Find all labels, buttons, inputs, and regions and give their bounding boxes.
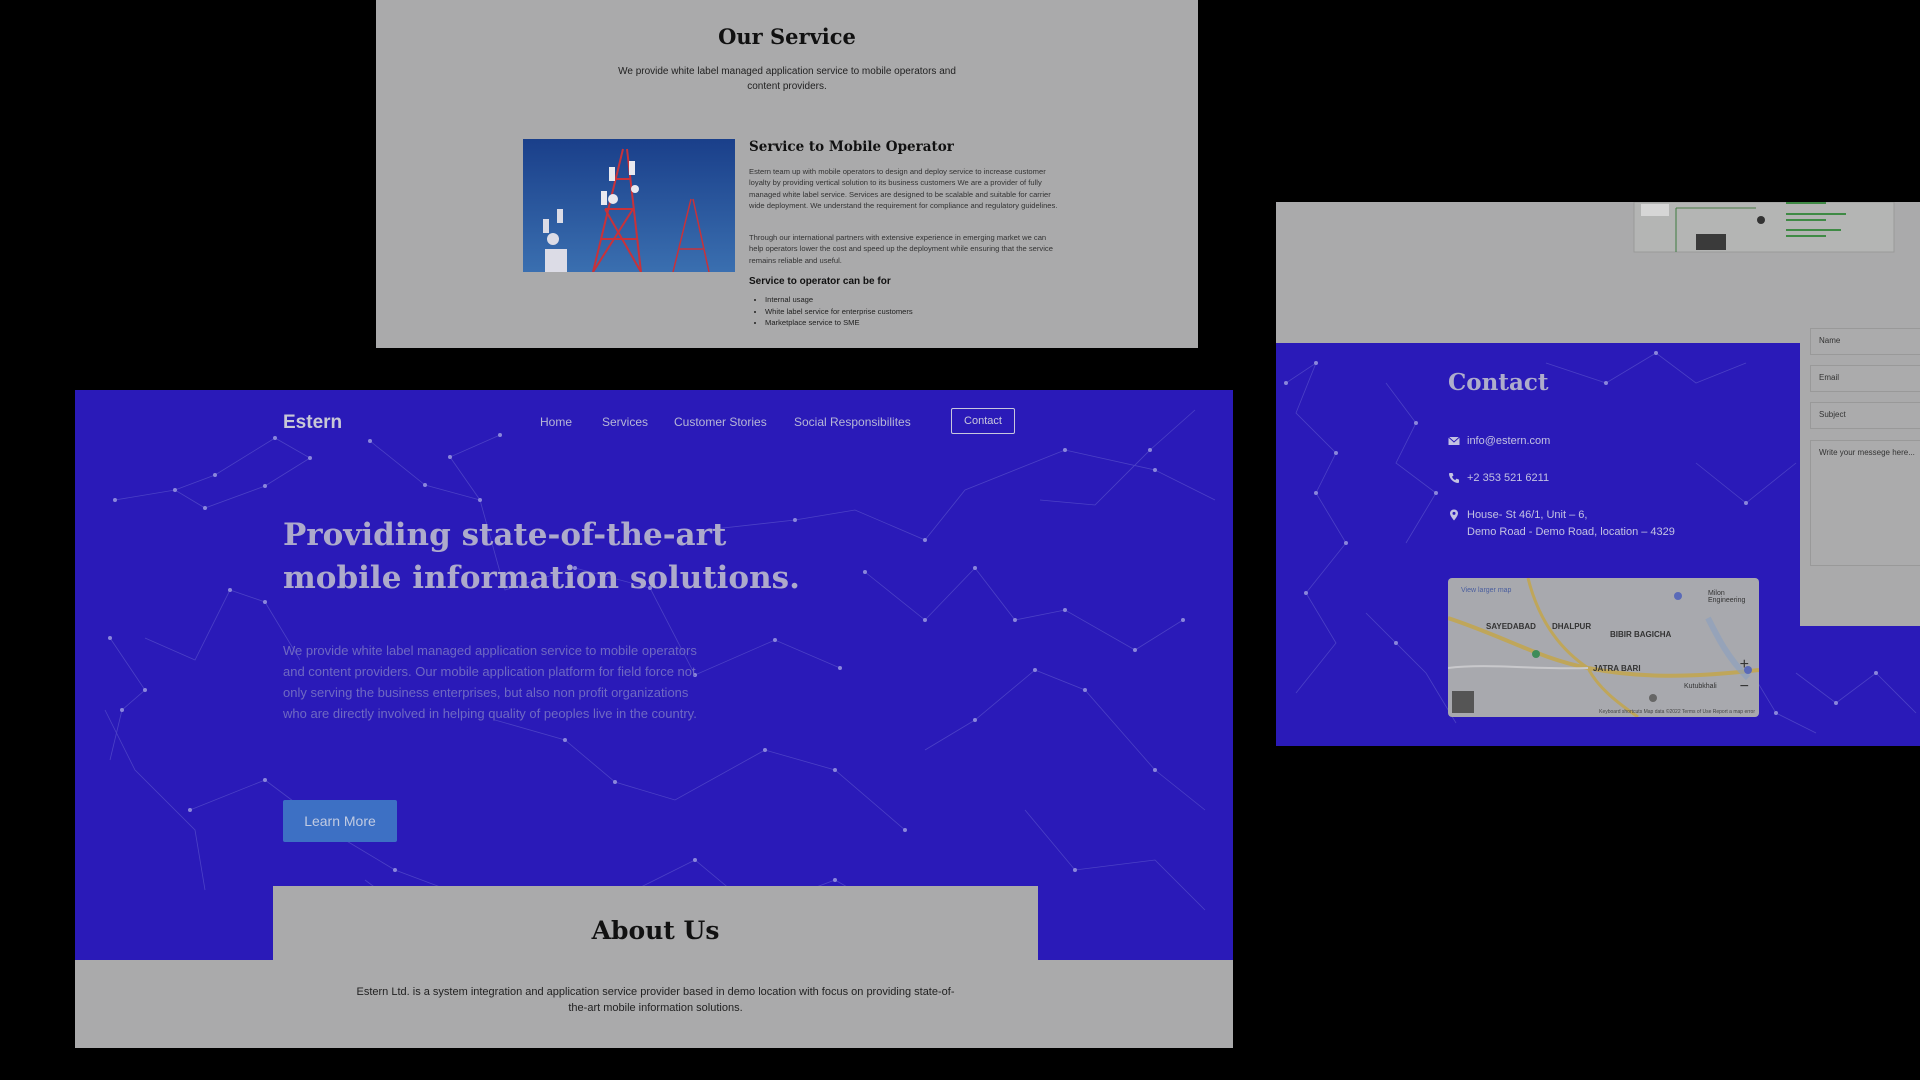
map-label: BIBIR BAGICHA [1610, 630, 1672, 639]
map-label: SAYEDABAD [1486, 622, 1536, 631]
contact-address-line-1: House- St 46/1, Unit – 6, [1467, 509, 1588, 521]
services-subtitle: We provide white label managed applicati… [618, 66, 956, 92]
service-list: Internal usage White label service for e… [759, 294, 913, 329]
contact-email[interactable]: info@estern.com [1467, 433, 1550, 450]
learn-more-button[interactable]: Learn More [283, 800, 397, 842]
envelope-icon [1448, 436, 1460, 445]
hero-headline: Providing state-of-the-art mobile inform… [283, 517, 800, 596]
contact-address-line-2: Demo Road - Demo Road, location – 4329 [1467, 526, 1675, 538]
about-section: About Us Estern Ltd. is a system integra… [273, 886, 1038, 1048]
zoom-in-button[interactable]: + [1740, 656, 1749, 674]
map-label: JATRA BARI [1593, 664, 1641, 673]
message-field[interactable]: Write your messege here... [1810, 440, 1920, 566]
about-text: Estern Ltd. is a system integration and … [356, 986, 955, 1014]
nav-home[interactable]: Home [540, 415, 572, 429]
view-larger-map-link[interactable]: View larger map [1461, 587, 1511, 594]
contact-button[interactable]: Contact [951, 408, 1015, 434]
nav-services[interactable]: Services [602, 415, 648, 429]
map-label: Kutubkhali [1684, 683, 1717, 690]
name-field[interactable]: Name [1810, 328, 1920, 355]
phone-icon [1449, 473, 1459, 483]
email-field[interactable]: Email [1810, 365, 1920, 392]
screenshot-collage: Our Service We provide white label manag… [0, 0, 1920, 1080]
subject-field[interactable]: Subject [1810, 402, 1920, 429]
map-footer: Keyboard shortcuts Map data ©2022 Terms … [1599, 709, 1755, 715]
service-paragraph-2: Through our international partners with … [749, 233, 1053, 265]
contact-form: Name Email Subject Write your messege he… [1800, 300, 1920, 626]
map-label: DHALPUR [1552, 622, 1592, 631]
contact-section: Contact info@estern.com +2 353 521 6211 [1276, 202, 1920, 746]
about-title: About Us [591, 916, 720, 945]
services-title: Our Service [718, 24, 856, 49]
nav-social-responsibilities[interactable]: Social Responsibilites [794, 415, 911, 429]
list-item: Internal usage [765, 294, 913, 306]
list-item: Marketplace service to SME [765, 317, 913, 329]
service-heading: Service to Mobile Operator [749, 139, 954, 155]
contact-phone[interactable]: +2 353 521 6211 [1467, 470, 1549, 487]
list-item: White label service for enterprise custo… [765, 306, 913, 318]
cell-tower-image [523, 139, 735, 272]
hero-lead-text: We provide white label managed applicati… [283, 643, 697, 721]
service-paragraph-1: Estern team up with mobile operators to … [749, 167, 1058, 210]
map-label: Milon Engineering [1708, 590, 1746, 604]
zoom-out-button[interactable]: − [1740, 678, 1749, 696]
services-section: Our Service We provide white label manag… [376, 0, 1198, 348]
nav-customer-stories[interactable]: Customer Stories [674, 415, 767, 429]
contact-title: Contact [1448, 369, 1549, 396]
embedded-map[interactable]: View larger map SAYEDABAD DHALPUR BIBIR … [1448, 578, 1759, 717]
logo[interactable]: Estern [283, 412, 342, 434]
map-pin-icon [1450, 509, 1458, 521]
hero-section: Estern Home Services Customer Stories So… [75, 390, 1233, 1048]
service-list-heading: Service to operator can be for [749, 276, 891, 287]
